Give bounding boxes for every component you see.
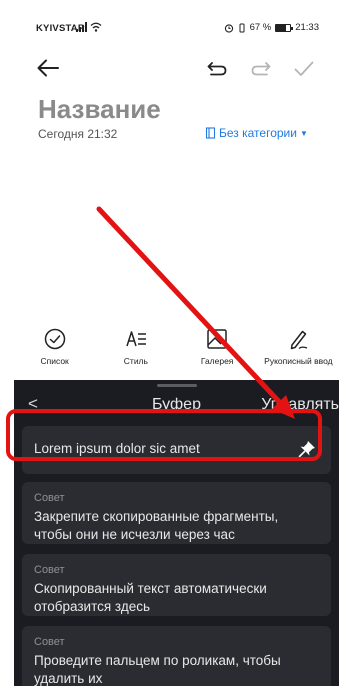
editor-toolbar <box>14 50 339 94</box>
tool-gallery[interactable]: Галерея <box>177 328 257 380</box>
category-selector[interactable]: Без категории ▼ <box>205 126 308 140</box>
undo-button[interactable] <box>204 56 230 82</box>
tool-label: Список <box>40 356 69 366</box>
tip-label: Совет <box>34 636 65 648</box>
battery-icon <box>275 23 294 32</box>
tip-label: Совет <box>34 564 65 576</box>
clock: 21:33 <box>295 22 319 33</box>
arrow-left-icon <box>37 59 59 77</box>
check-icon <box>294 61 314 76</box>
phone-screen: KYIVSTAR 67 % 21:33 Название Сегодня 21:… <box>14 14 339 686</box>
tip-text: Проведите пальцем по роликам, чтобы удал… <box>34 653 281 686</box>
tip-text: Закрепите скопированные фрагменты, чтобы… <box>34 509 279 542</box>
tool-label: Галерея <box>200 356 234 366</box>
redo-button[interactable] <box>248 56 274 82</box>
drag-handle[interactable] <box>157 384 197 387</box>
vibrate-icon <box>239 23 245 32</box>
signal-icon <box>76 22 87 32</box>
undo-icon <box>207 62 227 76</box>
battery-percent: 67 % <box>249 22 272 33</box>
redo-icon <box>251 62 271 76</box>
save-button[interactable] <box>291 56 317 82</box>
clipboard-tip: Совет Проведите пальцем по роликам, чтоб… <box>22 626 331 686</box>
back-button[interactable] <box>34 54 62 82</box>
alarm-icon <box>224 23 233 33</box>
clipboard-tip: Совет Скопированный текст автоматически … <box>22 554 331 616</box>
text-style-icon <box>126 331 146 347</box>
notebook-icon <box>205 127 216 139</box>
tool-style[interactable]: Стиль <box>96 328 176 380</box>
format-toolbar: Список Стиль Галерея Рукописный ввод <box>14 328 339 380</box>
tip-text: Скопированный текст автоматически отобра… <box>34 581 267 614</box>
note-title-input[interactable]: Название <box>38 94 161 125</box>
annotation-highlight-box <box>6 409 322 461</box>
wifi-icon <box>90 22 102 32</box>
tool-checklist[interactable]: Список <box>15 328 95 380</box>
tool-handwriting[interactable]: Рукописный ввод <box>258 328 338 380</box>
image-icon <box>207 329 227 349</box>
clipboard-tip: Совет Закрепите скопированные фрагменты,… <box>22 482 331 544</box>
note-date: Сегодня 21:32 <box>38 127 118 141</box>
caret-down-icon: ▼ <box>299 128 308 138</box>
checkmark-circle-icon <box>44 328 65 350</box>
category-label: Без категории <box>219 126 297 140</box>
status-bar: KYIVSTAR 67 % 21:33 <box>14 14 339 42</box>
tip-label: Совет <box>34 492 65 504</box>
pen-icon <box>291 330 308 350</box>
tool-label: Стиль <box>123 356 148 366</box>
tool-label: Рукописный ввод <box>264 356 333 366</box>
